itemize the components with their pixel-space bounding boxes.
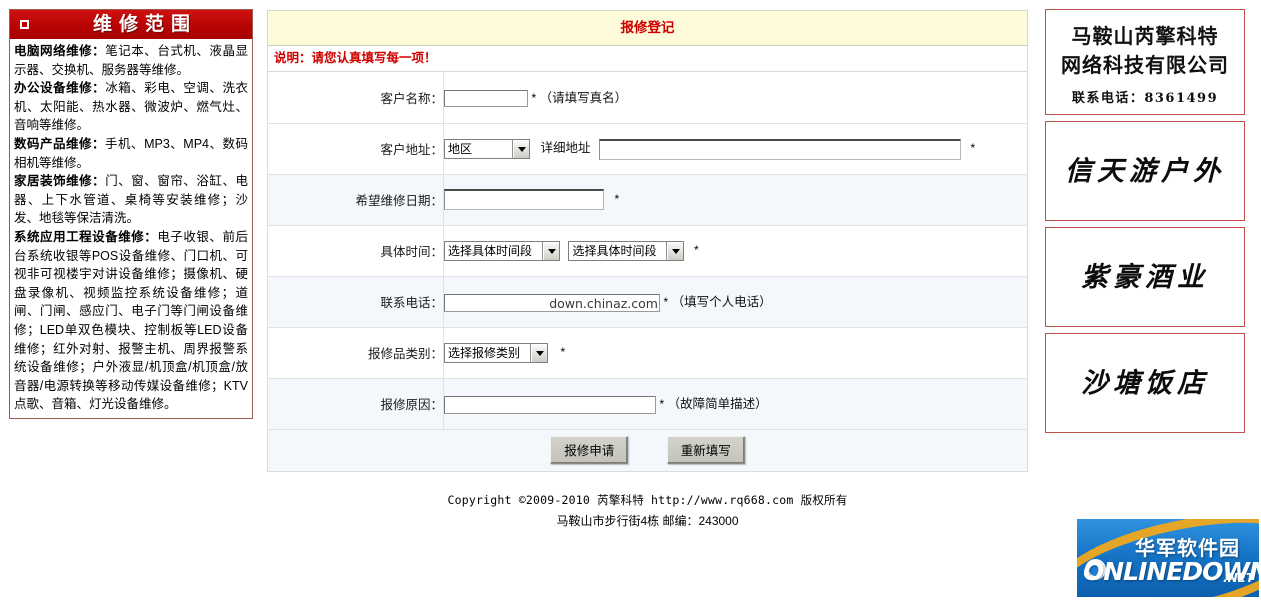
label-customer-address: 客户地址： — [267, 123, 444, 175]
repair-registration-form: 报修登记 说明：请您认真填写每一项！ 客户名称： * （请填写真名） 客户地址： — [267, 10, 1028, 472]
repair-scope-body: 电脑网络维修：笔记本、台式机、液晶显示器、交换机、服务器等维修。 办公设备维修：… — [10, 39, 252, 418]
phone-input[interactable] — [444, 293, 660, 312]
company-ad-line2: 网络科技有限公司 — [1061, 53, 1229, 77]
field-customer-name: * （请填写真名） — [443, 72, 1028, 124]
form-table: 客户名称： * （请填写真名） 客户地址： 地区 详细地址 * 希望维修日期： … — [267, 72, 1028, 472]
reason-input[interactable] — [444, 395, 656, 414]
category-select-wrap: 选择报修类别 — [444, 342, 548, 363]
form-actions: 报修申请 重新填写 — [267, 429, 1028, 471]
label-detail-address: 详细地址 — [540, 141, 591, 156]
repair-date-input[interactable] — [444, 189, 604, 210]
form-row-actions: 报修申请 重新填写 — [267, 429, 1028, 471]
zihao-ad[interactable]: 紫豪酒业 — [1045, 227, 1245, 327]
address-line: 马鞍山市步行街4栋 邮编：243000 — [556, 514, 739, 528]
detail-address-input[interactable] — [598, 138, 961, 160]
hint-phone: （填写个人电话） — [671, 295, 772, 310]
scope-heading: 系统应用工程设备维修： — [14, 229, 158, 244]
footer: Copyright ©2009-2010 芮擎科特 http://www.rq6… — [267, 490, 1028, 532]
label-repair-date: 希望维修日期： — [267, 174, 444, 226]
required-mark: * — [560, 344, 566, 359]
scope-section: 家居装饰维修：门、窗、窗帘、浴缸、电器、上下水管道、桌椅等安装维修；沙发、地毯等… — [14, 172, 248, 228]
required-mark: * — [614, 191, 620, 206]
xintianyou-ad-text: 信天游户外 — [1065, 156, 1225, 187]
field-customer-address: 地区 详细地址 * — [443, 123, 1028, 175]
scope-heading: 数码产品维修： — [14, 136, 106, 151]
scope-section: 系统应用工程设备维修：电子收银、前后台系统收银等POS设备维修、门口机、可视非可… — [14, 228, 248, 414]
submit-repair-button[interactable]: 报修申请 — [550, 435, 629, 464]
required-mark: * — [659, 397, 665, 412]
repair-scope-panel: 维修范围 电脑网络维修：笔记本、台式机、液晶显示器、交换机、服务器等维修。 办公… — [9, 9, 253, 419]
form-row-time-slot: 具体时间： 选择具体时间段 选择具体时间段 * — [267, 225, 1028, 277]
onlinedown-tld-text: .NET — [1223, 571, 1254, 585]
form-row-customer-name: 客户名称： * （请填写真名） — [267, 72, 1028, 124]
company-ad-line1: 马鞍山芮擎科特 — [1071, 24, 1219, 48]
region-select-wrap: 地区 — [444, 139, 530, 160]
time-slot-end-wrap: 选择具体时间段 — [568, 240, 685, 261]
scope-text: 电子收银、前后台系统收银等POS设备维修、门口机、可视非可视楼宇对讲设备维修；摄… — [14, 229, 248, 412]
form-title: 报修登记 — [267, 10, 1028, 45]
scope-section: 办公设备维修：冰箱、彩电、空调、洗衣机、太阳能、热水器、微波炉、燃气灶、音响等维… — [14, 79, 248, 135]
copyright-line: Copyright ©2009-2010 芮擎科特 http://www.rq6… — [447, 493, 848, 507]
shatang-ad[interactable]: 沙塘饭店 — [1045, 333, 1245, 433]
field-phone: down.chinaz.com * （填写个人电话） — [443, 276, 1028, 328]
xintianyou-ad[interactable]: 信天游户外 — [1045, 121, 1245, 221]
label-time-slot: 具体时间： — [267, 225, 444, 277]
required-mark: * — [693, 242, 699, 257]
shatang-ad-text: 沙塘饭店 — [1081, 368, 1209, 399]
form-row-repair-date: 希望维修日期： * — [267, 174, 1028, 226]
scope-heading: 办公设备维修： — [14, 81, 106, 96]
form-row-reason: 报修原因： * （故障简单描述） — [267, 378, 1028, 430]
scope-heading: 家居装饰维修： — [14, 174, 106, 189]
repair-scope-title: 维修范围 — [92, 13, 197, 35]
label-customer-name: 客户名称： — [267, 72, 444, 124]
scope-section: 数码产品维修：手机、MP3、MP4、数码相机等维修。 — [14, 135, 248, 172]
field-time-slot: 选择具体时间段 选择具体时间段 * — [443, 225, 1028, 277]
time-slot-start-select[interactable]: 选择具体时间段 — [444, 240, 560, 261]
field-reason: * （故障简单描述） — [443, 378, 1028, 430]
label-category: 报修品类别： — [267, 327, 444, 379]
company-ad[interactable]: 马鞍山芮擎科特 网络科技有限公司 联系电话：8361499 — [1045, 9, 1245, 115]
required-mark: * — [970, 141, 976, 156]
region-select[interactable]: 地区 — [444, 139, 530, 160]
scope-heading: 电脑网络维修： — [14, 44, 106, 58]
form-row-category: 报修品类别： 选择报修类别 * — [267, 327, 1028, 379]
form-row-customer-address: 客户地址： 地区 详细地址 * — [267, 123, 1028, 175]
hint-customer-name: （请填写真名） — [539, 91, 628, 106]
label-phone: 联系电话： — [267, 276, 444, 328]
field-category: 选择报修类别 * — [443, 327, 1028, 379]
hint-reason: （故障简单描述） — [667, 397, 768, 412]
reset-form-button[interactable]: 重新填写 — [666, 435, 745, 464]
required-mark: * — [663, 295, 669, 310]
ad-sidebar: 马鞍山芮擎科特 网络科技有限公司 联系电话：8361499 信天游户外 紫豪酒业… — [1045, 9, 1245, 439]
time-slot-start-wrap: 选择具体时间段 — [444, 240, 560, 261]
field-repair-date: * — [443, 174, 1028, 226]
scope-section: 电脑网络维修：笔记本、台式机、液晶显示器、交换机、服务器等维修。 — [14, 42, 248, 79]
time-slot-end-select[interactable]: 选择具体时间段 — [568, 240, 685, 261]
onlinedown-watermark-logo: 华军软件园 ONLINEDOWN .NET — [1077, 519, 1259, 597]
form-note: 说明：请您认真填写每一项！ — [267, 45, 1028, 72]
category-select[interactable]: 选择报修类别 — [444, 342, 548, 363]
form-row-phone: 联系电话： down.chinaz.com * （填写个人电话） — [267, 276, 1028, 328]
company-ad-phone: 联系电话：8361499 — [1071, 91, 1219, 106]
label-reason: 报修原因： — [267, 378, 444, 430]
repair-scope-header: 维修范围 — [10, 10, 252, 39]
customer-name-input[interactable] — [444, 90, 528, 108]
required-mark: * — [531, 91, 537, 106]
zihao-ad-text: 紫豪酒业 — [1081, 262, 1209, 293]
page-root: 维修范围 电脑网络维修：笔记本、台式机、液晶显示器、交换机、服务器等维修。 办公… — [0, 0, 1261, 600]
